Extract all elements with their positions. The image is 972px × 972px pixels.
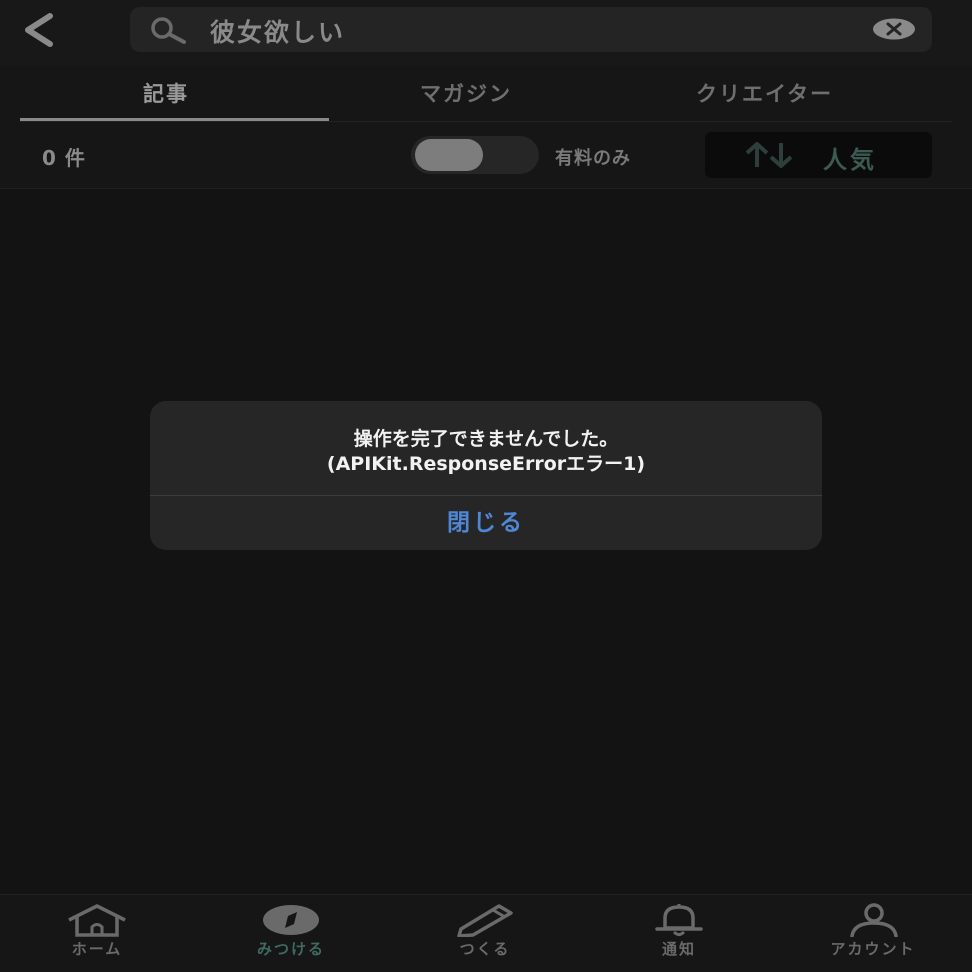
nav-label: ホーム — [71, 940, 123, 958]
filter-row: 0 件 有料のみ 人気 — [0, 122, 972, 189]
nav-item-home[interactable]: ホーム — [0, 895, 194, 972]
clear-icon — [873, 18, 915, 40]
result-count: 0 件 — [42, 146, 86, 170]
paid-only-label: 有料のみ — [555, 148, 631, 169]
clear-search-button[interactable] — [872, 18, 916, 40]
tab-articles[interactable]: 記事 — [143, 78, 189, 108]
error-alert-dialog: 操作を完了できませんでした。 (APIKit.ResponseErrorエラー1… — [150, 401, 822, 550]
nav-item-discover[interactable]: みつける — [194, 895, 388, 972]
alert-message: 操作を完了できませんでした。 (APIKit.ResponseErrorエラー1… — [150, 427, 822, 477]
tab-magazines[interactable]: マガジン — [420, 78, 512, 108]
bell-icon — [655, 904, 703, 936]
toggle-knob — [415, 139, 483, 171]
back-button[interactable] — [20, 10, 60, 50]
sort-label: 人気 — [823, 146, 877, 174]
nav-label: つくる — [459, 940, 511, 958]
active-tab-indicator — [20, 118, 329, 121]
nav-item-account[interactable]: アカウント — [776, 895, 972, 972]
alert-message-line: 操作を完了できませんでした。 — [353, 428, 619, 450]
nav-label: 通知 — [661, 940, 696, 958]
search-input[interactable]: 彼女欲しい — [130, 7, 932, 52]
home-icon — [68, 904, 126, 937]
alert-message-line: (APIKit.ResponseErrorエラー1) — [326, 453, 646, 475]
search-query-text[interactable]: 彼女欲しい — [210, 13, 345, 49]
alert-close-button[interactable]: 閉じる — [150, 496, 822, 550]
search-icon — [151, 17, 186, 44]
nav-label: アカウント — [830, 940, 916, 958]
sort-button[interactable]: 人気 — [705, 132, 932, 178]
tab-creators[interactable]: クリエイター — [696, 78, 833, 108]
bottom-navigation: ホーム みつける つくる 通知 アカウント — [0, 894, 972, 972]
pencil-icon — [457, 904, 513, 937]
paid-only-toggle[interactable] — [411, 136, 539, 174]
compass-icon — [263, 905, 319, 935]
result-tabs: 記事 マガジン クリエイター — [0, 66, 972, 122]
chevron-left-icon — [25, 13, 53, 47]
nav-item-notifications[interactable]: 通知 — [582, 895, 776, 972]
nav-label: みつける — [256, 940, 325, 958]
sort-arrows-icon — [745, 142, 793, 168]
person-icon — [850, 903, 898, 937]
nav-item-create[interactable]: つくる — [388, 895, 582, 972]
search-results-screen: 彼女欲しい 記事 マガジン クリエイター 0 件 有料のみ 人気 操作を完了でき… — [0, 0, 972, 972]
search-header: 彼女欲しい — [0, 0, 972, 67]
